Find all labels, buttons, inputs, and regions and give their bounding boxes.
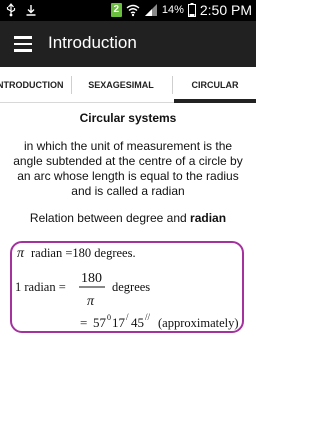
formula-line1-text: radian =180 degrees. xyxy=(31,246,136,260)
tab-bar: INTRODUCTION SEXAGESIMAL CIRCULAR xyxy=(0,67,256,103)
hamburger-menu-icon[interactable] xyxy=(14,36,32,52)
battery-percent: 14% xyxy=(161,4,184,16)
formula-image: π radian =180 degrees. 1 radian = 180 π … xyxy=(15,246,239,330)
battery-icon xyxy=(187,3,196,17)
tab-circular[interactable]: CIRCULAR xyxy=(174,67,256,103)
wifi-icon xyxy=(126,4,140,17)
formula-seconds: 45 xyxy=(131,315,144,330)
usb-icon xyxy=(6,3,16,17)
formula-denominator: π xyxy=(87,294,95,309)
tab-introduction[interactable]: INTRODUCTION xyxy=(0,67,64,103)
selected-tab-indicator xyxy=(174,99,256,103)
tab-sexagesimal[interactable]: SEXAGESIMAL xyxy=(72,67,170,103)
status-time: 2:50 PM xyxy=(199,2,252,18)
formula-degrees: 57 xyxy=(93,315,107,330)
relation-emphasis: radian xyxy=(190,211,227,225)
formula-degree-mark: 0 xyxy=(107,313,111,322)
formula-approx-note: (approximately) xyxy=(158,316,239,330)
download-icon xyxy=(26,5,36,16)
pi-symbol: π xyxy=(17,246,25,261)
section-title: Circular systems xyxy=(79,111,177,125)
tab-divider xyxy=(172,76,173,94)
formula-minute-mark: / xyxy=(126,312,129,322)
signal-icon xyxy=(144,4,157,16)
formula-minutes: 17 xyxy=(112,315,126,330)
status-bar: 2 14% 2:50 PM xyxy=(0,0,256,21)
relation-prefix: Relation between degree and xyxy=(29,211,191,225)
formula-line2-label: 1 radian = xyxy=(15,280,66,294)
relation-heading: Relation between degree and radian xyxy=(0,211,256,225)
formula-line2-unit: degrees xyxy=(112,280,150,294)
formula-line3-equals: = xyxy=(80,315,87,330)
page-title: Introduction xyxy=(48,33,137,52)
formula-second-mark: // xyxy=(145,312,151,322)
app-bar: Introduction xyxy=(0,21,256,67)
formula-numerator: 180 xyxy=(81,271,102,286)
sim-badge: 2 xyxy=(110,3,122,17)
definition-text: in which the unit of measurement is the … xyxy=(13,139,243,198)
formula-box: π radian =180 degrees. 1 radian = 180 π … xyxy=(10,241,244,333)
